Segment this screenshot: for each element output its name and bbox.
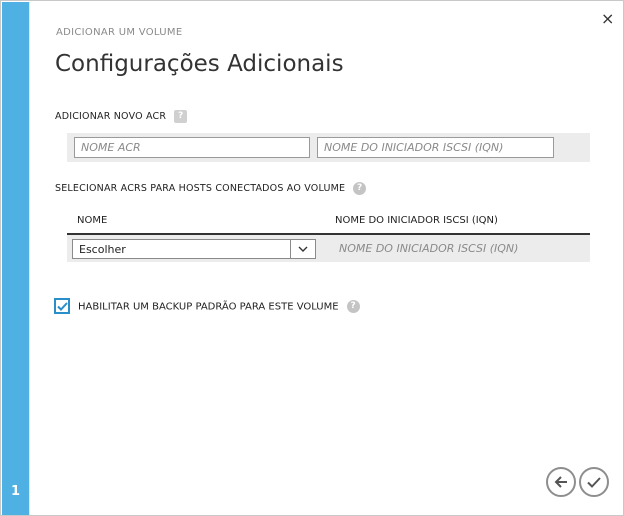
backup-label-text: HABILITAR UM BACKUP PADRÃO PARA ESTE VOL… [78,301,339,313]
step-number: 1 [11,484,21,499]
step-progress-bar: 1 [2,2,29,515]
select-value: Escolher [79,243,126,256]
help-icon[interactable]: ? [346,300,360,313]
wizard-dialog: 1 × ADICIONAR UM VOLUME Configurações Ad… [0,0,624,516]
checkmark-icon [56,301,68,311]
wizard-breadcrumb: ADICIONAR UM VOLUME [56,27,183,38]
back-button[interactable] [546,467,576,497]
column-header-iqn: NOME DO INICIADOR ISCSI (IQN) [335,215,498,226]
select-acrs-section: SELECIONAR ACRS PARA HOSTS CONECTADOS AO… [55,182,367,195]
page-title: Configurações Adicionais [55,51,344,77]
backup-checkbox-label: HABILITAR UM BACKUP PADRÃO PARA ESTE VOL… [78,300,360,313]
new-acr-label: ADICIONAR NOVO ACR [55,111,167,122]
chevron-down-icon[interactable] [290,240,315,258]
backup-checkbox[interactable] [54,298,70,314]
help-icon[interactable]: ? [353,182,367,195]
acr-name-input[interactable] [74,137,310,158]
new-acr-section: ADICIONAR NOVO ACR? [55,110,188,123]
acr-iqn-input[interactable] [317,137,554,158]
column-header-name: NOME [77,215,108,226]
help-icon[interactable]: ? [174,110,188,123]
stepbar-divider [29,2,30,515]
checkmark-icon [587,476,601,488]
row-iqn-placeholder: NOME DO INICIADOR ISCSI (IQN) [339,242,519,255]
finish-button[interactable] [579,467,609,497]
acr-select-dropdown[interactable]: Escolher [72,239,316,259]
select-acrs-label: SELECIONAR ACRS PARA HOSTS CONECTADOS AO… [55,183,346,194]
close-icon[interactable]: × [601,11,614,27]
arrow-left-icon [554,476,567,488]
